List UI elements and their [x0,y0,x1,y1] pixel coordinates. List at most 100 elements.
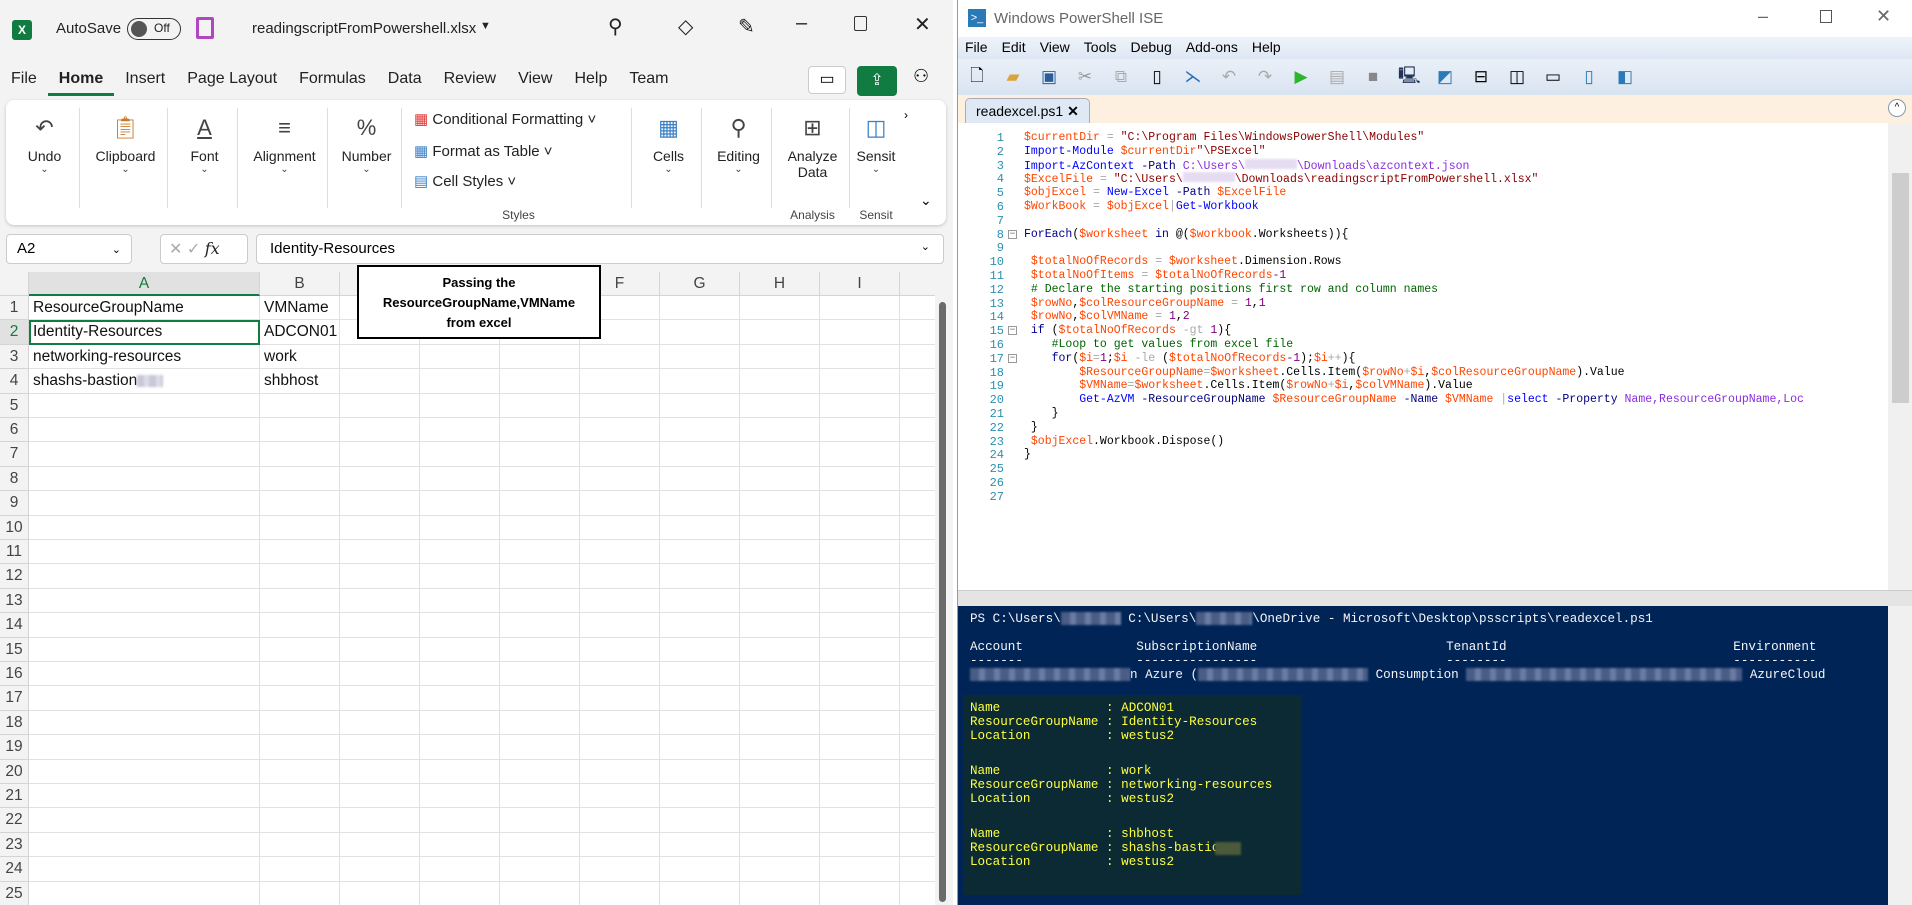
cell-f8[interactable] [580,466,660,492]
cell-j14[interactable] [900,613,935,638]
column-header-a[interactable]: A [29,272,260,296]
console-scrollbar[interactable] [1888,606,1912,905]
cell-j1[interactable] [900,296,935,321]
cell-j4[interactable] [900,369,935,394]
collapse-script-pane-icon[interactable]: ^ [1888,99,1906,117]
cell-e17[interactable] [500,686,580,711]
cell-g8[interactable] [660,466,740,492]
cell-f11[interactable] [580,540,660,565]
cell-g15[interactable] [660,637,740,662]
cell-b6[interactable] [260,418,340,443]
cell-d13[interactable] [420,588,500,614]
cell-d20[interactable] [420,759,500,784]
cell-b20[interactable] [260,759,340,784]
tab-help[interactable]: Help [563,66,618,96]
cell-f21[interactable] [580,784,660,809]
cell-c9[interactable] [340,491,420,516]
cell-i25[interactable] [820,881,900,905]
code-line[interactable]: for($i=1;$i -le ($totalNoOfRecords-1);$i… [1024,352,1356,365]
cell-styles-button[interactable]: ▤ Cell Styles ˅ [414,172,516,190]
autosave-toggle[interactable]: Off [127,18,181,40]
save-icon[interactable] [196,17,214,39]
cell-g5[interactable] [660,393,740,418]
undo-button[interactable]: ↶ Undo ⌄ [10,108,80,208]
code-line[interactable]: } [1024,407,1059,420]
cell-c22[interactable] [340,808,420,833]
cell-e21[interactable] [500,784,580,809]
cell-a15[interactable] [29,637,260,662]
cell-i24[interactable] [820,857,900,882]
cell-b8[interactable] [260,466,340,492]
cell-h6[interactable] [740,418,820,443]
file-name[interactable]: readingscriptFromPowershell.xlsx [252,20,476,37]
cell-g23[interactable] [660,832,740,858]
cell-h7[interactable] [740,442,820,467]
cell-g11[interactable] [660,540,740,565]
cell-j22[interactable] [900,808,935,833]
cell-i3[interactable] [820,344,900,370]
chevron-down-icon[interactable]: ⌄ [112,243,121,256]
number-button[interactable]: % Number ⌄ [332,108,402,208]
cell-g24[interactable] [660,857,740,882]
cell-e15[interactable] [500,637,580,662]
cell-d7[interactable] [420,442,500,467]
maximize-button[interactable] [854,16,867,31]
cell-g7[interactable] [660,442,740,467]
row-header[interactable]: 5 [0,393,29,418]
cell-c19[interactable] [340,735,420,760]
tab-team[interactable]: Team [618,66,679,96]
code-line[interactable]: $totalNoOfItems = $totalNoOfRecords-1 [1024,269,1286,282]
cell-h17[interactable] [740,686,820,711]
cell-g20[interactable] [660,759,740,784]
cell-c21[interactable] [340,784,420,809]
cell-f10[interactable] [580,515,660,540]
comments-button[interactable]: ▭ [808,66,846,94]
editor-scrollbar[interactable] [1888,123,1912,590]
cell-a6[interactable] [29,418,260,443]
tab-readexcel-ps1[interactable]: readexcel.ps1 ✕ [965,98,1090,124]
code-line[interactable]: $rowNo,$colVMName = 1,2 [1024,310,1190,323]
cell-h11[interactable] [740,540,820,565]
sensitivity-button[interactable]: ◫ Sensit ⌄ [852,108,900,208]
name-box[interactable]: A2 ⌄ [6,234,132,264]
row-header[interactable]: 14 [0,613,29,638]
cell-c10[interactable] [340,515,420,540]
select-all-corner[interactable] [0,272,29,296]
cell-c15[interactable] [340,637,420,662]
editor-horizontal-scrollbar[interactable] [958,590,1912,606]
cell-e8[interactable] [500,466,580,492]
cell-h14[interactable] [740,613,820,638]
cell-c4[interactable] [340,369,420,394]
cell-f12[interactable] [580,564,660,589]
cell-f23[interactable] [580,832,660,858]
cell-b1[interactable]: VMName [260,296,340,321]
cell-a5[interactable] [29,393,260,418]
cell-b21[interactable] [260,784,340,809]
cell-d15[interactable] [420,637,500,662]
pen-icon[interactable]: ✎ [738,14,755,39]
cells-button[interactable]: ▦ Cells ⌄ [636,108,702,208]
cell-e4[interactable] [500,369,580,394]
menu-view[interactable]: View [1033,37,1077,59]
formula-input[interactable]: Identity-Resources ⌄ [256,234,944,264]
cell-g21[interactable] [660,784,740,809]
cell-f17[interactable] [580,686,660,711]
cell-d6[interactable] [420,418,500,443]
filename-chevron-icon[interactable]: ▼ [480,20,491,32]
cell-i7[interactable] [820,442,900,467]
undo-icon[interactable]: ↶ [1218,67,1240,87]
cell-c3[interactable] [340,344,420,370]
spreadsheet-grid[interactable]: ABCDEFGHIJ1ResourceGroupNameVMName2Ident… [0,272,935,905]
fold-toggle-icon[interactable]: − [1008,353,1017,363]
row-header[interactable]: 2 [0,320,29,345]
cell-j7[interactable] [900,442,935,467]
minimize-button[interactable]: – [1758,6,1768,27]
cell-i2[interactable] [820,320,900,345]
row-header[interactable]: 9 [0,491,29,516]
cell-h1[interactable] [740,296,820,321]
cell-b4[interactable]: shbhost [260,369,340,394]
tab-data[interactable]: Data [377,66,433,96]
code-line[interactable]: if ($totalNoOfRecords -gt 1){ [1024,324,1231,337]
cell-f4[interactable] [580,369,660,394]
ribbon-expand-icon[interactable]: ⌄ [920,192,932,209]
